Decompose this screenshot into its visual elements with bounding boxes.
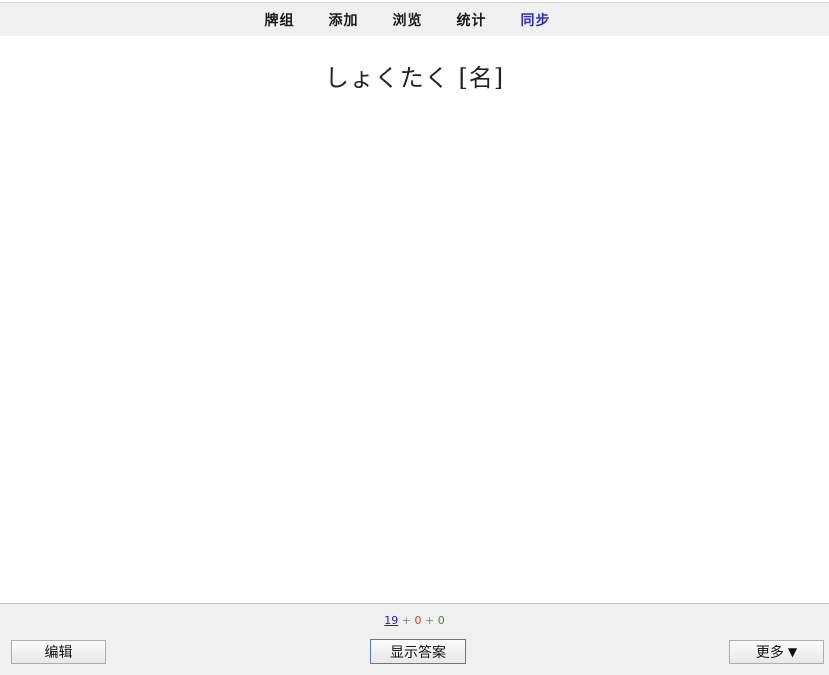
toolbar-sync-link[interactable]: 同步	[504, 10, 568, 30]
show-answer-button-label: 显示答案	[390, 644, 446, 661]
more-button[interactable]: 更多 ▼	[729, 640, 824, 664]
bottom-bar: 19 + 0 + 0 编辑 显示答案 更多 ▼	[0, 603, 829, 675]
card-question-text: しょくたく [名]	[324, 64, 505, 92]
count-separator: +	[401, 614, 411, 627]
remaining-counts: 19 + 0 + 0	[0, 614, 829, 627]
more-button-label: 更多	[755, 645, 784, 661]
edit-button-label: 编辑	[44, 645, 73, 661]
review-count: 0	[437, 614, 445, 627]
toolbar-browse-link[interactable]: 浏览	[376, 10, 440, 30]
anki-reviewer-window: 牌组 添加 浏览 统计 同步 しょくたく [名] 19 + 0 + 0 编辑 显…	[0, 0, 829, 675]
main-toolbar: 牌组 添加 浏览 统计 同步	[0, 3, 829, 36]
toolbar-nav: 牌组 添加 浏览 统计 同步	[248, 10, 568, 30]
toolbar-stats-link[interactable]: 统计	[440, 10, 504, 30]
triangle-down-icon: ▼	[787, 645, 798, 659]
learn-count: 0	[414, 614, 422, 627]
count-separator: +	[425, 614, 435, 627]
card-display-area: しょくたく [名]	[0, 36, 829, 603]
new-count: 19	[384, 614, 399, 627]
toolbar-add-link[interactable]: 添加	[312, 10, 376, 30]
toolbar-decks-link[interactable]: 牌组	[248, 10, 312, 30]
show-answer-button[interactable]: 显示答案	[370, 639, 466, 664]
edit-button[interactable]: 编辑	[11, 640, 106, 664]
